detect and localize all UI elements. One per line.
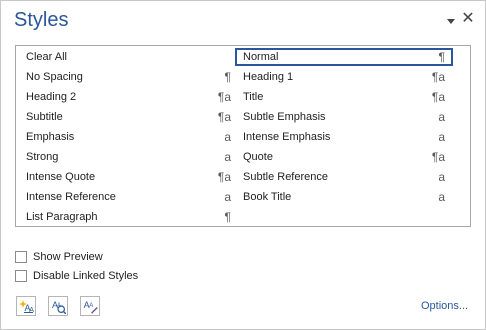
style-item-label: Normal (243, 51, 279, 63)
show-preview-checkbox[interactable] (15, 251, 27, 263)
svg-text:A: A (89, 303, 93, 309)
style-item-subtle-reference[interactable]: Subtle Reference a (235, 168, 453, 186)
options-link[interactable]: Options... (421, 298, 468, 314)
style-item-list-paragraph[interactable]: List Paragraph ¶ (18, 208, 239, 226)
pane-header: Styles ✕ (1, 1, 485, 41)
style-inspector-button[interactable]: A A (48, 296, 68, 316)
character-style-icon: a (438, 190, 445, 204)
style-inspector-icon: A A (52, 300, 66, 314)
disable-linked-styles-checkbox[interactable] (15, 270, 27, 282)
paragraph-style-icon: ¶ (224, 210, 231, 224)
style-item-intense-emphasis[interactable]: Intense Emphasis a (235, 128, 453, 146)
character-style-icon: a (438, 130, 445, 144)
style-item-label: Subtle Reference (243, 171, 328, 183)
style-item-label: List Paragraph (26, 211, 98, 223)
style-item-label: Heading 1 (243, 71, 294, 83)
show-preview-label: Show Preview (33, 251, 103, 263)
style-item-strong[interactable]: Strong a (18, 148, 239, 166)
style-item-label: Subtle Emphasis (243, 111, 326, 123)
show-preview-option[interactable]: Show Preview (15, 248, 103, 266)
style-item-no-spacing[interactable]: No Spacing ¶ (18, 68, 239, 86)
style-item-label: Intense Quote (26, 171, 96, 183)
style-item-label: Emphasis (26, 131, 75, 143)
style-item-subtle-emphasis[interactable]: Subtle Emphasis a (235, 108, 453, 126)
style-item-label: Clear All (26, 51, 67, 63)
style-item-label: Heading 2 (26, 91, 77, 103)
linked-style-icon: ¶a (217, 90, 231, 104)
character-style-icon: a (224, 150, 231, 164)
styles-pane: Styles ✕ Clear All No Spacing ¶ Heading … (0, 0, 486, 330)
style-item-label: Quote (243, 151, 273, 163)
pane-menu-button[interactable] (443, 11, 459, 29)
paragraph-style-icon: ¶ (224, 70, 231, 84)
style-item-label: Intense Emphasis (243, 131, 331, 143)
new-style-button[interactable]: A A (16, 296, 36, 316)
style-item-label: Title (243, 91, 264, 103)
style-item-label: No Spacing (26, 71, 83, 83)
style-item-quote[interactable]: Quote ¶a (235, 148, 453, 166)
style-item-label: Strong (26, 151, 59, 163)
linked-style-icon: ¶a (431, 150, 445, 164)
chevron-down-icon (447, 18, 455, 24)
style-item-title[interactable]: Title ¶a (235, 88, 453, 106)
character-style-icon: a (438, 110, 445, 124)
linked-style-icon: ¶a (217, 110, 231, 124)
close-pane-button[interactable]: ✕ (460, 11, 476, 29)
disable-linked-styles-label: Disable Linked Styles (33, 270, 139, 282)
style-item-heading-1[interactable]: Heading 1 ¶a (235, 68, 453, 86)
style-item-label: Book Title (243, 191, 292, 203)
linked-style-icon: ¶a (431, 90, 445, 104)
style-item-normal[interactable]: Normal ¶ (235, 48, 453, 66)
style-item-intense-quote[interactable]: Intense Quote ¶a (18, 168, 239, 186)
manage-styles-button[interactable]: A A (80, 296, 100, 316)
style-item-emphasis[interactable]: Emphasis a (18, 128, 239, 146)
style-item-intense-reference[interactable]: Intense Reference a (18, 188, 239, 206)
linked-style-icon: ¶a (217, 170, 231, 184)
style-item-clear-all[interactable]: Clear All (18, 48, 239, 66)
style-item-subtitle[interactable]: Subtitle ¶a (18, 108, 239, 126)
linked-style-icon: ¶a (431, 70, 445, 84)
new-style-icon: A A (19, 300, 34, 314)
pane-title: Styles (14, 9, 69, 31)
paragraph-style-icon: ¶ (438, 50, 445, 64)
style-item-heading-2[interactable]: Heading 2 ¶a (18, 88, 239, 106)
style-item-label: Intense Reference (26, 191, 116, 203)
style-item-label: Subtitle (26, 111, 63, 123)
disable-linked-styles-option[interactable]: Disable Linked Styles (15, 267, 138, 285)
manage-styles-icon: A A (84, 300, 98, 314)
styles-gallery: Clear All No Spacing ¶ Heading 2 ¶a Subt… (15, 45, 471, 227)
style-item-book-title[interactable]: Book Title a (235, 188, 453, 206)
character-style-icon: a (224, 130, 231, 144)
close-icon: ✕ (461, 10, 475, 27)
character-style-icon: a (224, 190, 231, 204)
character-style-icon: a (438, 170, 445, 184)
